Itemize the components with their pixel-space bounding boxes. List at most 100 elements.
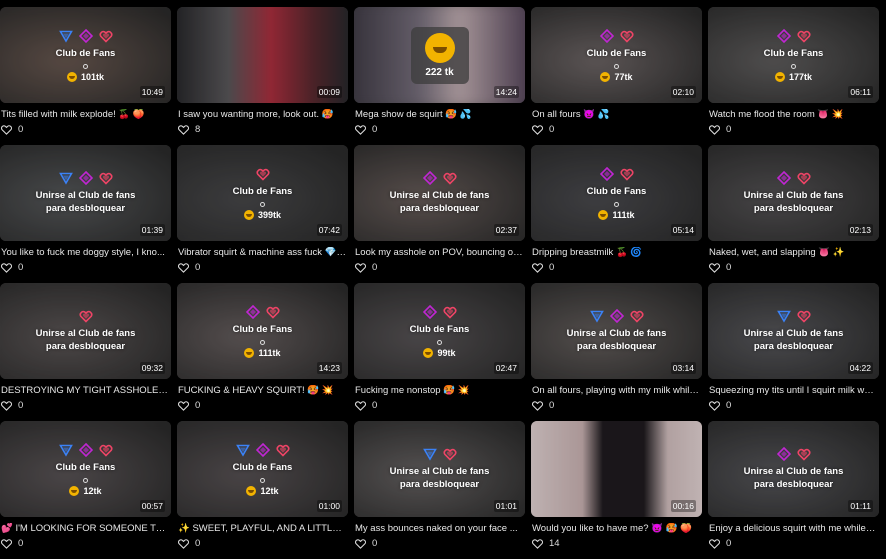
video-thumbnail[interactable]: Club de Fans 399tk 07:42 bbox=[177, 145, 348, 241]
video-title[interactable]: FUCKING & HEAVY SQUIRT! 🥵 💥 bbox=[178, 385, 346, 396]
like-counter[interactable]: 0 bbox=[1, 400, 23, 411]
like-counter[interactable]: 0 bbox=[532, 400, 554, 411]
video-title[interactable]: On all fours, playing with my milk while… bbox=[532, 385, 700, 396]
heart-icon[interactable] bbox=[355, 538, 366, 549]
video-thumbnail[interactable]: Unirse al Club de fans para desbloquear 02… bbox=[708, 145, 879, 241]
heart-icon[interactable] bbox=[1, 538, 12, 549]
video-card[interactable]: Club de Fans 111tk 05:14 Dripping breastmi… bbox=[531, 145, 702, 283]
video-card[interactable]: Club de Fans 12tk 01:00 ✨ SWEET, PLAYFUL, … bbox=[177, 421, 348, 559]
video-card[interactable]: Club de Fans 12tk 00:57 💕 I'M LOOKING FOR … bbox=[0, 421, 171, 559]
video-thumbnail[interactable]: 222 tk 14:24 bbox=[354, 7, 525, 103]
video-card[interactable]: Unirse al Club de fans para desbloquear 02… bbox=[354, 145, 525, 283]
like-counter[interactable]: 14 bbox=[532, 538, 560, 549]
heart-icon[interactable] bbox=[1, 124, 12, 135]
like-counter[interactable]: 0 bbox=[178, 400, 200, 411]
video-thumbnail[interactable]: Unirse al Club de fans para desbloquear 01… bbox=[0, 145, 171, 241]
video-card[interactable]: Unirse al Club de fans para desbloquear 04… bbox=[708, 283, 879, 421]
video-card[interactable]: Unirse al Club de fans para desbloquear 09… bbox=[0, 283, 171, 421]
video-card[interactable]: Unirse al Club de fans para desbloquear 01… bbox=[354, 421, 525, 559]
video-title[interactable]: Vibrator squirt & machine ass fuck 💎 ... bbox=[178, 247, 346, 258]
heart-icon[interactable] bbox=[355, 124, 366, 135]
like-counter[interactable]: 0 bbox=[178, 262, 200, 273]
like-counter[interactable]: 0 bbox=[355, 400, 377, 411]
like-counter[interactable]: 0 bbox=[355, 124, 377, 135]
video-thumbnail[interactable]: Unirse al Club de fans para desbloquear 01… bbox=[708, 421, 879, 517]
video-card[interactable]: 00:16 Would you like to have me? 👿 🥵 🍑 14 bbox=[531, 421, 702, 559]
video-card[interactable]: Unirse al Club de fans para desbloquear 01… bbox=[0, 145, 171, 283]
video-title[interactable]: ✨ SWEET, PLAYFUL, AND A LITTLE D... bbox=[178, 523, 346, 534]
video-thumbnail[interactable]: Club de Fans 77tk 02:10 bbox=[531, 7, 702, 103]
video-thumbnail[interactable]: Unirse al Club de fans para desbloquear 03… bbox=[531, 283, 702, 379]
like-counter[interactable]: 0 bbox=[355, 262, 377, 273]
video-card[interactable]: Club de Fans 111tk 14:23 FUCKING & HEAVY S… bbox=[177, 283, 348, 421]
video-title[interactable]: Squeezing my tits until I squirt milk wh… bbox=[709, 385, 877, 396]
like-counter[interactable]: 0 bbox=[709, 538, 731, 549]
heart-icon[interactable] bbox=[178, 538, 189, 549]
video-thumbnail[interactable]: Unirse al Club de fans para desbloquear 02… bbox=[354, 145, 525, 241]
like-counter[interactable]: 0 bbox=[1, 262, 23, 273]
video-title[interactable]: Naked, wet, and slapping 👅 ✨ bbox=[709, 247, 877, 258]
video-card[interactable]: Club de Fans 77tk 02:10 On all fours 👿 💦 0 bbox=[531, 7, 702, 145]
video-title[interactable]: Would you like to have me? 👿 🥵 🍑 bbox=[532, 523, 700, 534]
heart-icon[interactable] bbox=[709, 400, 720, 411]
heart-icon[interactable] bbox=[532, 124, 543, 135]
heart-icon[interactable] bbox=[1, 400, 12, 411]
heart-icon[interactable] bbox=[1, 262, 12, 273]
video-thumbnail[interactable]: Club de Fans 177tk 06:11 bbox=[708, 7, 879, 103]
video-title[interactable]: Watch me flood the room 👅 💥 bbox=[709, 109, 877, 120]
like-counter[interactable]: 0 bbox=[532, 124, 554, 135]
video-thumbnail[interactable]: Unirse al Club de fans para desbloquear 09… bbox=[0, 283, 171, 379]
video-title[interactable]: Mega show de squirt 🥵 💦 bbox=[355, 109, 523, 120]
like-counter[interactable]: 0 bbox=[709, 262, 731, 273]
heart-icon[interactable] bbox=[532, 400, 543, 411]
video-card[interactable]: Unirse al Club de fans para desbloquear 03… bbox=[531, 283, 702, 421]
like-counter[interactable]: 0 bbox=[532, 262, 554, 273]
like-counter[interactable]: 0 bbox=[178, 538, 200, 549]
like-counter[interactable]: 0 bbox=[355, 538, 377, 549]
video-thumbnail[interactable]: Club de Fans 12tk 01:00 bbox=[177, 421, 348, 517]
video-thumbnail[interactable]: Club de Fans 99tk 02:47 bbox=[354, 283, 525, 379]
like-counter[interactable]: 8 bbox=[178, 124, 200, 135]
video-thumbnail[interactable]: 00:16 bbox=[531, 421, 702, 517]
like-counter[interactable]: 0 bbox=[1, 124, 23, 135]
video-title[interactable]: My ass bounces naked on your face ... bbox=[355, 523, 523, 534]
video-title[interactable]: 💕 I'M LOOKING FOR SOMEONE TO H... bbox=[1, 523, 169, 534]
like-counter[interactable]: 0 bbox=[709, 400, 731, 411]
video-thumbnail[interactable]: Club de Fans 111tk 05:14 bbox=[531, 145, 702, 241]
like-counter[interactable]: 0 bbox=[709, 124, 731, 135]
heart-icon[interactable] bbox=[532, 538, 543, 549]
heart-icon[interactable] bbox=[355, 262, 366, 273]
video-title[interactable]: DESTROYING MY TIGHT ASSHOLE 🥵 ... bbox=[1, 385, 169, 396]
video-title[interactable]: On all fours 👿 💦 bbox=[532, 109, 700, 120]
like-counter[interactable]: 0 bbox=[1, 538, 23, 549]
video-title[interactable]: Fucking me nonstop 🥵 💥 bbox=[355, 385, 523, 396]
video-card[interactable]: Club de Fans 399tk 07:42 Vibrator squirt &… bbox=[177, 145, 348, 283]
video-title[interactable]: I saw you wanting more, look out. 🥵 bbox=[178, 109, 346, 120]
video-title[interactable]: Dripping breastmilk 🍒 🌀 bbox=[532, 247, 700, 258]
video-card[interactable]: Unirse al Club de fans para desbloquear 02… bbox=[708, 145, 879, 283]
video-card[interactable]: Club de Fans 177tk 06:11 Watch me flood th… bbox=[708, 7, 879, 145]
video-title[interactable]: Look my asshole on POV, bouncing on... bbox=[355, 247, 523, 258]
heart-icon[interactable] bbox=[178, 400, 189, 411]
video-card[interactable]: Unirse al Club de fans para desbloquear 01… bbox=[708, 421, 879, 559]
heart-icon[interactable] bbox=[178, 124, 189, 135]
video-card[interactable]: Club de Fans 101tk 10:49 Tits filled with … bbox=[0, 7, 171, 145]
video-thumbnail[interactable]: Club de Fans 101tk 10:49 bbox=[0, 7, 171, 103]
heart-icon[interactable] bbox=[532, 262, 543, 273]
heart-icon[interactable] bbox=[709, 124, 720, 135]
video-title[interactable]: Tits filled with milk explode! 🍒 🍑 bbox=[1, 109, 169, 120]
video-thumbnail[interactable]: 00:09 bbox=[177, 7, 348, 103]
video-thumbnail[interactable]: Unirse al Club de fans para desbloquear 04… bbox=[708, 283, 879, 379]
video-thumbnail[interactable]: Club de Fans 111tk 14:23 bbox=[177, 283, 348, 379]
heart-icon[interactable] bbox=[709, 538, 720, 549]
video-thumbnail[interactable]: Club de Fans 12tk 00:57 bbox=[0, 421, 171, 517]
video-card[interactable]: Club de Fans 99tk 02:47 Fucking me nonstop… bbox=[354, 283, 525, 421]
video-title[interactable]: You like to fuck me doggy style, I kno..… bbox=[1, 247, 169, 258]
video-thumbnail[interactable]: Unirse al Club de fans para desbloquear 01… bbox=[354, 421, 525, 517]
heart-icon[interactable] bbox=[709, 262, 720, 273]
video-card[interactable]: 222 tk 14:24 Mega show de squirt 🥵 💦 0 bbox=[354, 7, 525, 145]
video-card[interactable]: 00:09 I saw you wanting more, look out. 🥵… bbox=[177, 7, 348, 145]
tip-price-box[interactable]: 222 tk bbox=[410, 26, 469, 84]
heart-icon[interactable] bbox=[178, 262, 189, 273]
video-title[interactable]: Enjoy a delicious squirt with me while I… bbox=[709, 523, 877, 534]
